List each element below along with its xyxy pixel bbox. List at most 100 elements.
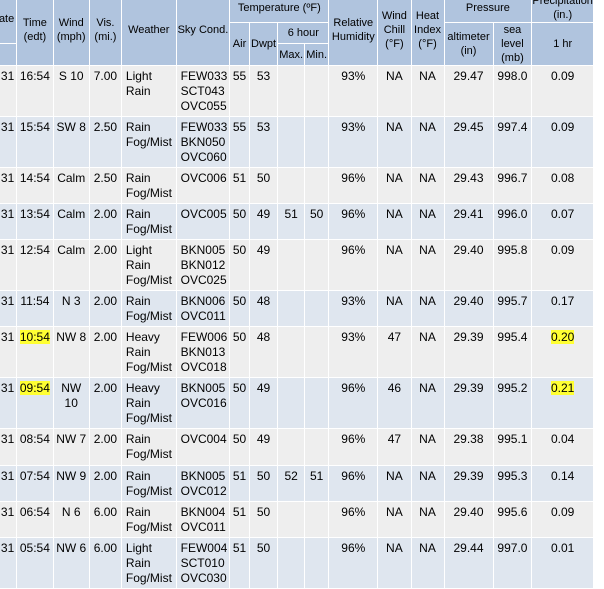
highlighted-value: 10:54 <box>19 330 50 344</box>
dewpoint-cell: 48 <box>249 327 278 377</box>
six-hour-max-cell: 51 <box>278 204 304 239</box>
altimeter-cell: 29.40 <box>444 502 493 537</box>
header-wind: Wind (mph) <box>53 0 89 65</box>
precip-1hr-cell: 0.17 <box>532 291 593 326</box>
header-max: Max. <box>278 44 304 65</box>
wind-chill-cell: NA <box>378 117 411 167</box>
sky-layer: BKN012 <box>180 258 226 272</box>
header-six-hour: 6 hour <box>278 23 329 43</box>
weather-line: Light <box>125 69 152 83</box>
six-hour-max-cell <box>278 502 304 537</box>
table-row: 31 14:54 Calm 2.50 Rain Fog/Mist OVC006 51 50 96%… <box>0 168 593 203</box>
wind-chill-cell: 47 <box>378 429 411 465</box>
six-hour-max-cell <box>278 117 304 167</box>
sky-layer: OVC011 <box>180 309 226 323</box>
header-visibility: Vis. (mi.) <box>89 0 121 65</box>
sky-layer: BKN004 <box>180 505 226 519</box>
humidity-cell: 96% <box>329 240 378 290</box>
altimeter-cell: 29.40 <box>444 291 493 326</box>
air-temp-cell: 55 <box>230 117 249 167</box>
wind-cell: NW 7 <box>53 429 89 465</box>
six-hour-max-cell <box>278 168 304 203</box>
header-weather: Weather <box>121 0 176 65</box>
table-row: 31 06:54 N 6 6.00 Rain Fog/Mist BKN004 OVC011 51… <box>0 502 593 537</box>
header-date-cont <box>0 44 17 65</box>
sky-layer: FEW006 <box>180 330 228 344</box>
six-hour-min-cell <box>304 429 329 465</box>
date-cell: 31 <box>0 117 17 167</box>
six-hour-max-cell <box>278 429 304 465</box>
wind-chill-cell: NA <box>378 291 411 326</box>
visibility-cell: 2.00 <box>89 378 121 428</box>
sky-layer: BKN005 <box>180 243 226 257</box>
date-cell: 31 <box>0 466 17 501</box>
sky-layer: OVC004 <box>180 432 227 446</box>
weather-line: Rain <box>125 396 151 410</box>
six-hour-max-cell <box>278 240 304 290</box>
weather-line: Rain <box>125 171 151 185</box>
table-row: 31 12:54 Calm 2.00 Light Rain Fog/Mist BKN005 BK… <box>0 240 593 290</box>
weather-line: Fog/Mist <box>125 135 172 149</box>
wind-cell: NW 9 <box>53 466 89 501</box>
wind-cell: N 3 <box>53 291 89 326</box>
altimeter-cell: 29.38 <box>444 429 493 465</box>
air-temp-cell: 51 <box>230 168 249 203</box>
date-cell: 31 <box>0 502 17 537</box>
header-time: Time (edt) <box>17 0 53 65</box>
sea-level-cell: 995.8 <box>493 240 532 290</box>
sky-layer: OVC006 <box>180 171 227 185</box>
table-row: 31 11:54 N 3 2.00 Rain Fog/Mist BKN006 OVC011 50… <box>0 291 593 326</box>
six-hour-max-cell <box>278 327 304 377</box>
sky-layer: BKN005 <box>180 381 226 395</box>
wind-cell: S 10 <box>53 66 89 116</box>
weather-line: Rain <box>125 294 151 308</box>
date-cell: 31 <box>0 168 17 203</box>
weather-cell: Heavy Rain Fog/Mist <box>121 378 176 428</box>
visibility-cell: 2.50 <box>89 117 121 167</box>
sky-layer: OVC012 <box>180 484 227 498</box>
weather-line: Fog/Mist <box>125 360 172 374</box>
header-wind-chill: Wind Chill (°F) <box>378 0 411 65</box>
air-temp-cell: 50 <box>230 240 249 290</box>
table-row: 31 08:54 NW 7 2.00 Rain Fog/Mist OVC004 50 49 96%… <box>0 429 593 465</box>
sky-layer: BKN050 <box>180 135 226 149</box>
air-temp-cell: 50 <box>230 327 249 377</box>
sky-layer: BKN005 <box>180 469 226 483</box>
sky-layer: OVC005 <box>180 207 227 221</box>
sky-condition-cell: BKN006 OVC011 <box>176 291 230 326</box>
visibility-cell: 6.00 <box>89 502 121 537</box>
date-cell: 31 <box>0 204 17 239</box>
humidity-cell: 96% <box>329 378 378 428</box>
humidity-cell: 96% <box>329 466 378 501</box>
visibility-cell: 2.00 <box>89 240 121 290</box>
header-sky-conditions: Sky Cond. <box>176 0 230 65</box>
weather-cell: Rain Fog/Mist <box>121 204 176 239</box>
weather-cell: Rain Fog/Mist <box>121 291 176 326</box>
six-hour-max-cell: 52 <box>278 466 304 501</box>
sky-condition-cell: BKN005 BKN012 OVC025 <box>176 240 230 290</box>
six-hour-max-cell <box>278 66 304 116</box>
table-row: 31 09:54 NW 10 2.00 Heavy Rain Fog/Mist BKN005 O… <box>0 378 593 428</box>
sky-layer: OVC055 <box>180 99 227 113</box>
weather-line: Fog/Mist <box>125 222 172 236</box>
highlighted-value: 0.21 <box>550 381 575 395</box>
air-temp-cell: 51 <box>230 502 249 537</box>
sky-layer: FEW004 <box>180 541 228 555</box>
weather-line: Rain <box>125 120 151 134</box>
humidity-cell: 96% <box>329 204 378 239</box>
table-row: 31 10:54 NW 8 2.00 Heavy Rain Fog/Mist FEW006 BK… <box>0 327 593 377</box>
wind-chill-cell: 46 <box>378 378 411 428</box>
highlighted-value: 0.20 <box>550 330 575 344</box>
sky-condition-cell: FEW006 BKN013 OVC018 <box>176 327 230 377</box>
wind-chill-cell: NA <box>378 66 411 116</box>
six-hour-min-cell <box>304 240 329 290</box>
weather-cell: Rain Fog/Mist <box>121 466 176 501</box>
heat-index-cell: NA <box>411 429 444 465</box>
time-cell: 08:54 <box>17 429 53 465</box>
altimeter-cell: 29.39 <box>444 378 493 428</box>
heat-index-cell: NA <box>411 117 444 167</box>
six-hour-max-cell <box>278 291 304 326</box>
heat-index-cell: NA <box>411 327 444 377</box>
visibility-cell: 2.00 <box>89 327 121 377</box>
header-temperature: Temperature (ºF) <box>230 0 329 22</box>
